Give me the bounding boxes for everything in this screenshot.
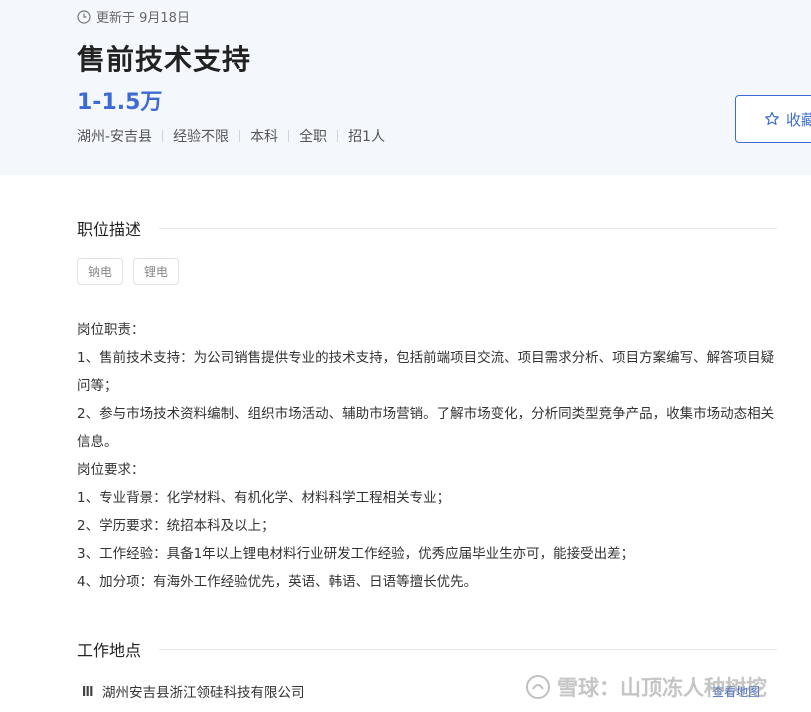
section-title: 职位描述 xyxy=(77,220,142,239)
desc-line: 岗位职责： xyxy=(77,322,145,338)
clock-icon xyxy=(77,9,91,24)
favorite-button[interactable]: 收藏 xyxy=(735,95,811,143)
watermark-text: 雪球：山顶冻人种树挖 xyxy=(557,676,767,700)
meta-headcount: 招1人 xyxy=(348,129,385,145)
update-info: 更新于 9月18日 xyxy=(77,7,190,26)
snowball-logo-icon xyxy=(526,675,550,699)
desc-line: 3、工作经验：具备1年以上锂电材料行业研发工作经验，优秀应届毕业生亦可，能接受出… xyxy=(77,546,635,562)
salary: 1-1.5万 xyxy=(77,90,163,115)
meta-divider xyxy=(162,130,164,142)
desc-line: 1、售前技术支持：为公司销售提供专业的技术支持，包括前端项目交流、项目需求分析、… xyxy=(77,350,775,394)
meta-experience: 经验不限 xyxy=(173,129,230,145)
divider xyxy=(159,227,777,229)
update-date: 更新于 9月18日 xyxy=(96,11,190,26)
meta-divider xyxy=(337,130,339,142)
tag: 钠电 xyxy=(77,258,124,285)
divider xyxy=(159,648,777,650)
description-section-header: 职位描述 xyxy=(77,216,777,240)
meta-divider xyxy=(288,130,290,142)
desc-line: 岗位要求： xyxy=(77,462,145,478)
job-description: 岗位职责： 1、售前技术支持：为公司销售提供专业的技术支持，包括前端项目交流、项… xyxy=(77,316,777,596)
star-icon xyxy=(765,111,779,125)
job-meta: 湖州-安吉县 经验不限 本科 全职 招1人 xyxy=(77,126,385,146)
section-title: 工作地点 xyxy=(77,641,142,660)
building-icon xyxy=(83,686,93,696)
job-title: 售前技术支持 xyxy=(77,43,252,76)
meta-location: 湖州-安吉县 xyxy=(77,129,153,145)
desc-line: 2、学历要求：统招本科及以上； xyxy=(77,518,275,534)
favorite-label: 收藏 xyxy=(786,110,811,129)
work-address: 湖州安吉县浙江领硅科技有限公司 xyxy=(82,681,305,701)
desc-line: 4、加分项：有海外工作经验优先，英语、韩语、日语等擅长优先。 xyxy=(77,574,478,590)
job-header: 更新于 9月18日 售前技术支持 1-1.5万 湖州-安吉县 经验不限 本科 全… xyxy=(0,0,811,175)
desc-line: 2、参与市场技术资料编制、组织市场活动、辅助市场营销。了解市场变化，分析同类型竞… xyxy=(77,406,775,450)
meta-education: 本科 xyxy=(250,129,279,145)
tag: 锂电 xyxy=(133,258,180,285)
desc-line: 1、专业背景：化学材料、有机化学、材料科学工程相关专业； xyxy=(77,490,451,506)
meta-divider xyxy=(239,130,241,142)
meta-job-type: 全职 xyxy=(299,129,328,145)
skill-tags: 钠电 锂电 xyxy=(77,258,180,285)
address-text: 湖州安吉县浙江领硅科技有限公司 xyxy=(102,685,305,701)
watermark: 雪球：山顶冻人种树挖 xyxy=(525,672,767,702)
location-section-header: 工作地点 xyxy=(77,637,777,661)
